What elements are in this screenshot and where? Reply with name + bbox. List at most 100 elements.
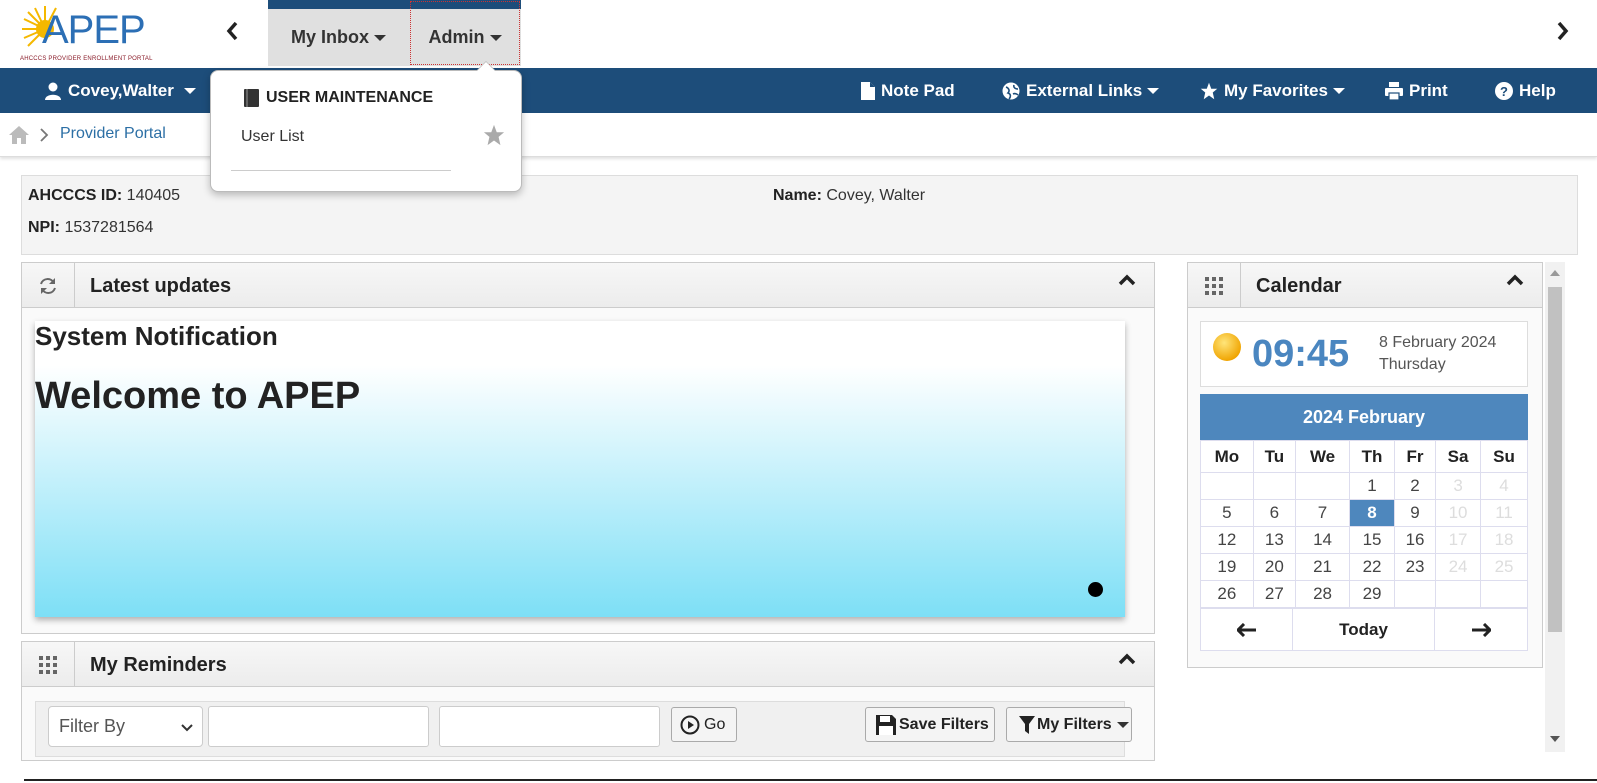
calendar-day[interactable]: 12 <box>1200 526 1254 554</box>
calendar-day[interactable]: 22 <box>1349 553 1395 581</box>
filter-value-input-1[interactable] <box>208 706 429 747</box>
section-title: USER MAINTENANCE <box>266 89 434 106</box>
tab-admin[interactable]: Admin <box>409 0 521 66</box>
clock-widget: 09:45 8 February 2024 Thursday <box>1200 321 1528 387</box>
calendar-day[interactable]: 26 <box>1200 580 1254 608</box>
home-icon[interactable] <box>8 125 30 150</box>
my-filters-dropdown[interactable]: My Filters <box>1006 707 1132 742</box>
calendar-day[interactable]: 5 <box>1200 499 1254 527</box>
dropdown-section-header: USER MAINTENANCE <box>243 89 433 107</box>
scroll-up-icon[interactable] <box>1545 266 1565 280</box>
calendar-day[interactable]: 15 <box>1349 526 1395 554</box>
chevron-right-icon <box>39 127 49 148</box>
calendar-day[interactable]: 3 <box>1435 472 1482 500</box>
calendar-day[interactable]: 14 <box>1295 526 1351 554</box>
go-button[interactable]: Go <box>671 707 737 742</box>
grid-menu-button[interactable] <box>1188 263 1241 308</box>
calendar-day[interactable]: 2 <box>1393 472 1437 500</box>
calendar-day[interactable]: 1 <box>1349 472 1395 500</box>
calendar-day[interactable]: 13 <box>1252 526 1297 554</box>
notification-body: Welcome to APEP <box>35 375 361 417</box>
favorite-star-icon[interactable] <box>483 124 505 151</box>
calendar-day[interactable]: 25 <box>1480 553 1528 581</box>
weekday-header: Mo <box>1200 440 1254 473</box>
refresh-button[interactable] <box>22 263 75 308</box>
dropdown-divider <box>231 170 451 171</box>
calendar-day[interactable]: 4 <box>1480 472 1528 500</box>
calendar-day[interactable]: 16 <box>1393 526 1437 554</box>
breadcrumb-provider-portal[interactable]: Provider Portal <box>60 125 166 143</box>
calendar-week-row: 5 6 7 8 9 10 11 <box>1200 499 1528 527</box>
scroll-down-icon[interactable] <box>1545 732 1565 746</box>
npi-row: NPI: 1537281564 <box>28 219 153 237</box>
floppy-disk-icon <box>876 714 896 735</box>
scroll-right-icon[interactable] <box>1556 20 1570 48</box>
calendar-day[interactable]: 6 <box>1252 499 1297 527</box>
calendar-title: Calendar <box>1256 275 1342 297</box>
calendar-day[interactable]: 19 <box>1200 553 1254 581</box>
chevron-down-icon <box>183 87 196 94</box>
calendar-day[interactable]: 10 <box>1435 499 1482 527</box>
book-icon <box>243 89 261 107</box>
scrollbar-thumb[interactable] <box>1548 287 1562 632</box>
filter-by-select[interactable]: Filter By <box>48 706 203 747</box>
note-pad-label: Note Pad <box>881 80 955 100</box>
filter-value-input-2[interactable] <box>439 706 660 747</box>
note-pad-button[interactable]: Note Pad <box>861 68 955 113</box>
calendar-day[interactable]: 28 <box>1295 580 1351 608</box>
tab-my-inbox-label: My Inbox <box>290 27 369 47</box>
current-weekday: Thursday <box>1379 356 1446 373</box>
system-notification: System Notification Welcome to APEP <box>35 321 1125 617</box>
calendar-week-row: 1234 <box>1200 472 1528 500</box>
calendar-day[interactable]: 27 <box>1252 580 1297 608</box>
npi-value: 1537281564 <box>64 219 154 236</box>
user-menu[interactable]: Covey,Walter <box>44 68 196 113</box>
collapse-chevron-up-icon[interactable] <box>1118 652 1136 671</box>
arrow-left-icon <box>1236 622 1256 637</box>
calendar-day[interactable]: 9 <box>1393 499 1437 527</box>
name-value: Covey, Walter <box>826 187 926 204</box>
calendar-day[interactable]: 7 <box>1295 499 1351 527</box>
chevron-down-icon <box>1332 87 1345 94</box>
top-header: APEP AHCCCS PROVIDER ENROLLMENT PORTAL M… <box>0 0 1597 68</box>
chevron-down-icon <box>489 34 502 41</box>
play-circle-icon <box>680 715 700 734</box>
scroll-left-icon[interactable] <box>225 20 239 48</box>
calendar-day[interactable]: 17 <box>1435 526 1482 554</box>
calendar-day[interactable]: 18 <box>1480 526 1528 554</box>
page-scrollbar[interactable] <box>1545 262 1565 752</box>
current-date: 8 February 2024 <box>1379 334 1497 351</box>
my-reminders-title: My Reminders <box>90 654 227 676</box>
grid-menu-button[interactable] <box>22 642 75 687</box>
help-icon: ? <box>1495 81 1513 100</box>
clock-date-block: 8 February 2024 Thursday <box>1379 332 1496 376</box>
help-button[interactable]: ? Help <box>1495 68 1556 113</box>
external-links-menu[interactable]: External Links <box>1002 68 1160 113</box>
collapse-chevron-up-icon[interactable] <box>1118 273 1136 292</box>
calendar-day[interactable]: 24 <box>1435 553 1482 581</box>
today-button[interactable]: Today <box>1293 609 1435 650</box>
ahcccs-id-row: AHCCCS ID: 140405 <box>28 187 180 205</box>
calendar-day[interactable]: 29 <box>1349 580 1395 608</box>
ahcccs-id-value: 140405 <box>126 187 181 204</box>
menu-item-user-list[interactable]: User List <box>241 128 304 146</box>
apep-logo[interactable]: APEP AHCCCS PROVIDER ENROLLMENT PORTAL <box>20 4 170 64</box>
calendar-day[interactable]: 23 <box>1393 553 1437 581</box>
calendar-day[interactable]: 21 <box>1295 553 1351 581</box>
carousel-indicator-dot[interactable] <box>1088 582 1103 597</box>
print-button[interactable]: Print <box>1385 68 1448 113</box>
tab-admin-label: Admin <box>428 27 485 47</box>
logo-subtitle: AHCCCS PROVIDER ENROLLMENT PORTAL <box>20 56 153 62</box>
calendar-empty-cell <box>1480 580 1528 608</box>
refresh-icon <box>40 277 56 294</box>
my-favorites-menu[interactable]: My Favorites <box>1200 68 1345 113</box>
collapse-chevron-up-icon[interactable] <box>1506 273 1524 292</box>
next-month-button[interactable] <box>1435 609 1527 650</box>
calendar-day[interactable]: 20 <box>1252 553 1297 581</box>
previous-month-button[interactable] <box>1201 609 1294 650</box>
calendar-week-row: 26 27 28 29 <box>1200 580 1528 608</box>
calendar-day[interactable]: 11 <box>1480 499 1528 527</box>
calendar-day[interactable]: 8 <box>1349 499 1395 527</box>
tab-my-inbox[interactable]: My Inbox <box>268 0 409 66</box>
save-filters-button[interactable]: Save Filters <box>865 707 995 742</box>
